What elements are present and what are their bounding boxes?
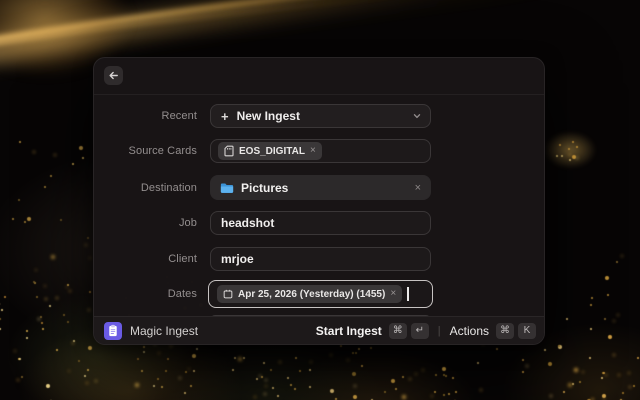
dialog-header [94,58,544,95]
source-card-tag[interactable]: EOS_DIGITAL × [218,142,322,160]
screen: Recent + New Ingest Source Cards EOS_DIG… [0,0,640,400]
folder-icon [220,182,234,194]
destination-field[interactable]: Pictures × [210,175,431,200]
text-caret [407,287,409,301]
client-row: Client mrjoe [94,247,545,271]
job-label: Job [94,217,197,229]
dates-row: Dates Apr 25, 2026 (Yesterday) (1455) × [94,280,545,308]
recent-row: Recent + New Ingest [94,104,545,128]
destination-value: Pictures [241,181,288,195]
return-key-icon: ↵ [411,323,429,339]
back-button[interactable] [104,66,123,85]
client-label: Client [94,253,197,265]
actions-button[interactable]: Actions ⌘ K [450,323,536,339]
destination-label: Destination [94,182,197,194]
recent-select[interactable]: + New Ingest [210,104,431,128]
cmd-key-icon: ⌘ [389,323,407,339]
dialog-footer: Magic Ingest Start Ingest ⌘ ↵ | Actions … [94,316,544,344]
actions-label: Actions [450,324,489,338]
clear-destination-icon[interactable]: × [415,182,421,194]
source-cards-label: Source Cards [94,145,197,157]
source-card-name: EOS_DIGITAL [239,146,305,157]
app-name: Magic Ingest [130,324,198,338]
start-ingest-button[interactable]: Start Ingest ⌘ ↵ [316,323,429,339]
magic-ingest-dialog: Recent + New Ingest Source Cards EOS_DIG… [93,57,545,345]
k-key-icon: K [518,323,536,339]
footer-divider: | [438,325,441,337]
recent-label: Recent [94,110,197,122]
cmd-key-icon: ⌘ [496,323,514,339]
calendar-icon [223,289,233,299]
dates-label: Dates [94,288,197,300]
plus-icon: + [221,110,229,123]
recent-value: New Ingest [237,109,300,123]
date-tag-text: Apr 25, 2026 (Yesterday) (1455) [238,289,385,300]
dates-field[interactable]: Apr 25, 2026 (Yesterday) (1455) × [208,280,433,308]
date-tag[interactable]: Apr 25, 2026 (Yesterday) (1455) × [217,285,402,303]
chevron-down-icon [412,111,422,121]
destination-row: Destination Pictures × [94,175,545,200]
remove-date-icon[interactable]: × [390,289,396,299]
back-arrow-icon [107,69,120,82]
source-cards-row: Source Cards EOS_DIGITAL × [94,139,545,163]
start-ingest-label: Start Ingest [316,324,382,338]
footer-actions: Start Ingest ⌘ ↵ | Actions ⌘ K [316,323,536,339]
source-cards-field[interactable]: EOS_DIGITAL × [210,139,431,163]
sd-card-icon [224,145,234,157]
job-input[interactable]: headshot [210,211,431,235]
ingest-manifest-icon [107,324,119,337]
job-row: Job headshot [94,211,545,235]
client-input[interactable]: mrjoe [210,247,431,271]
app-badge [104,322,122,340]
remove-source-card-icon[interactable]: × [310,146,316,156]
